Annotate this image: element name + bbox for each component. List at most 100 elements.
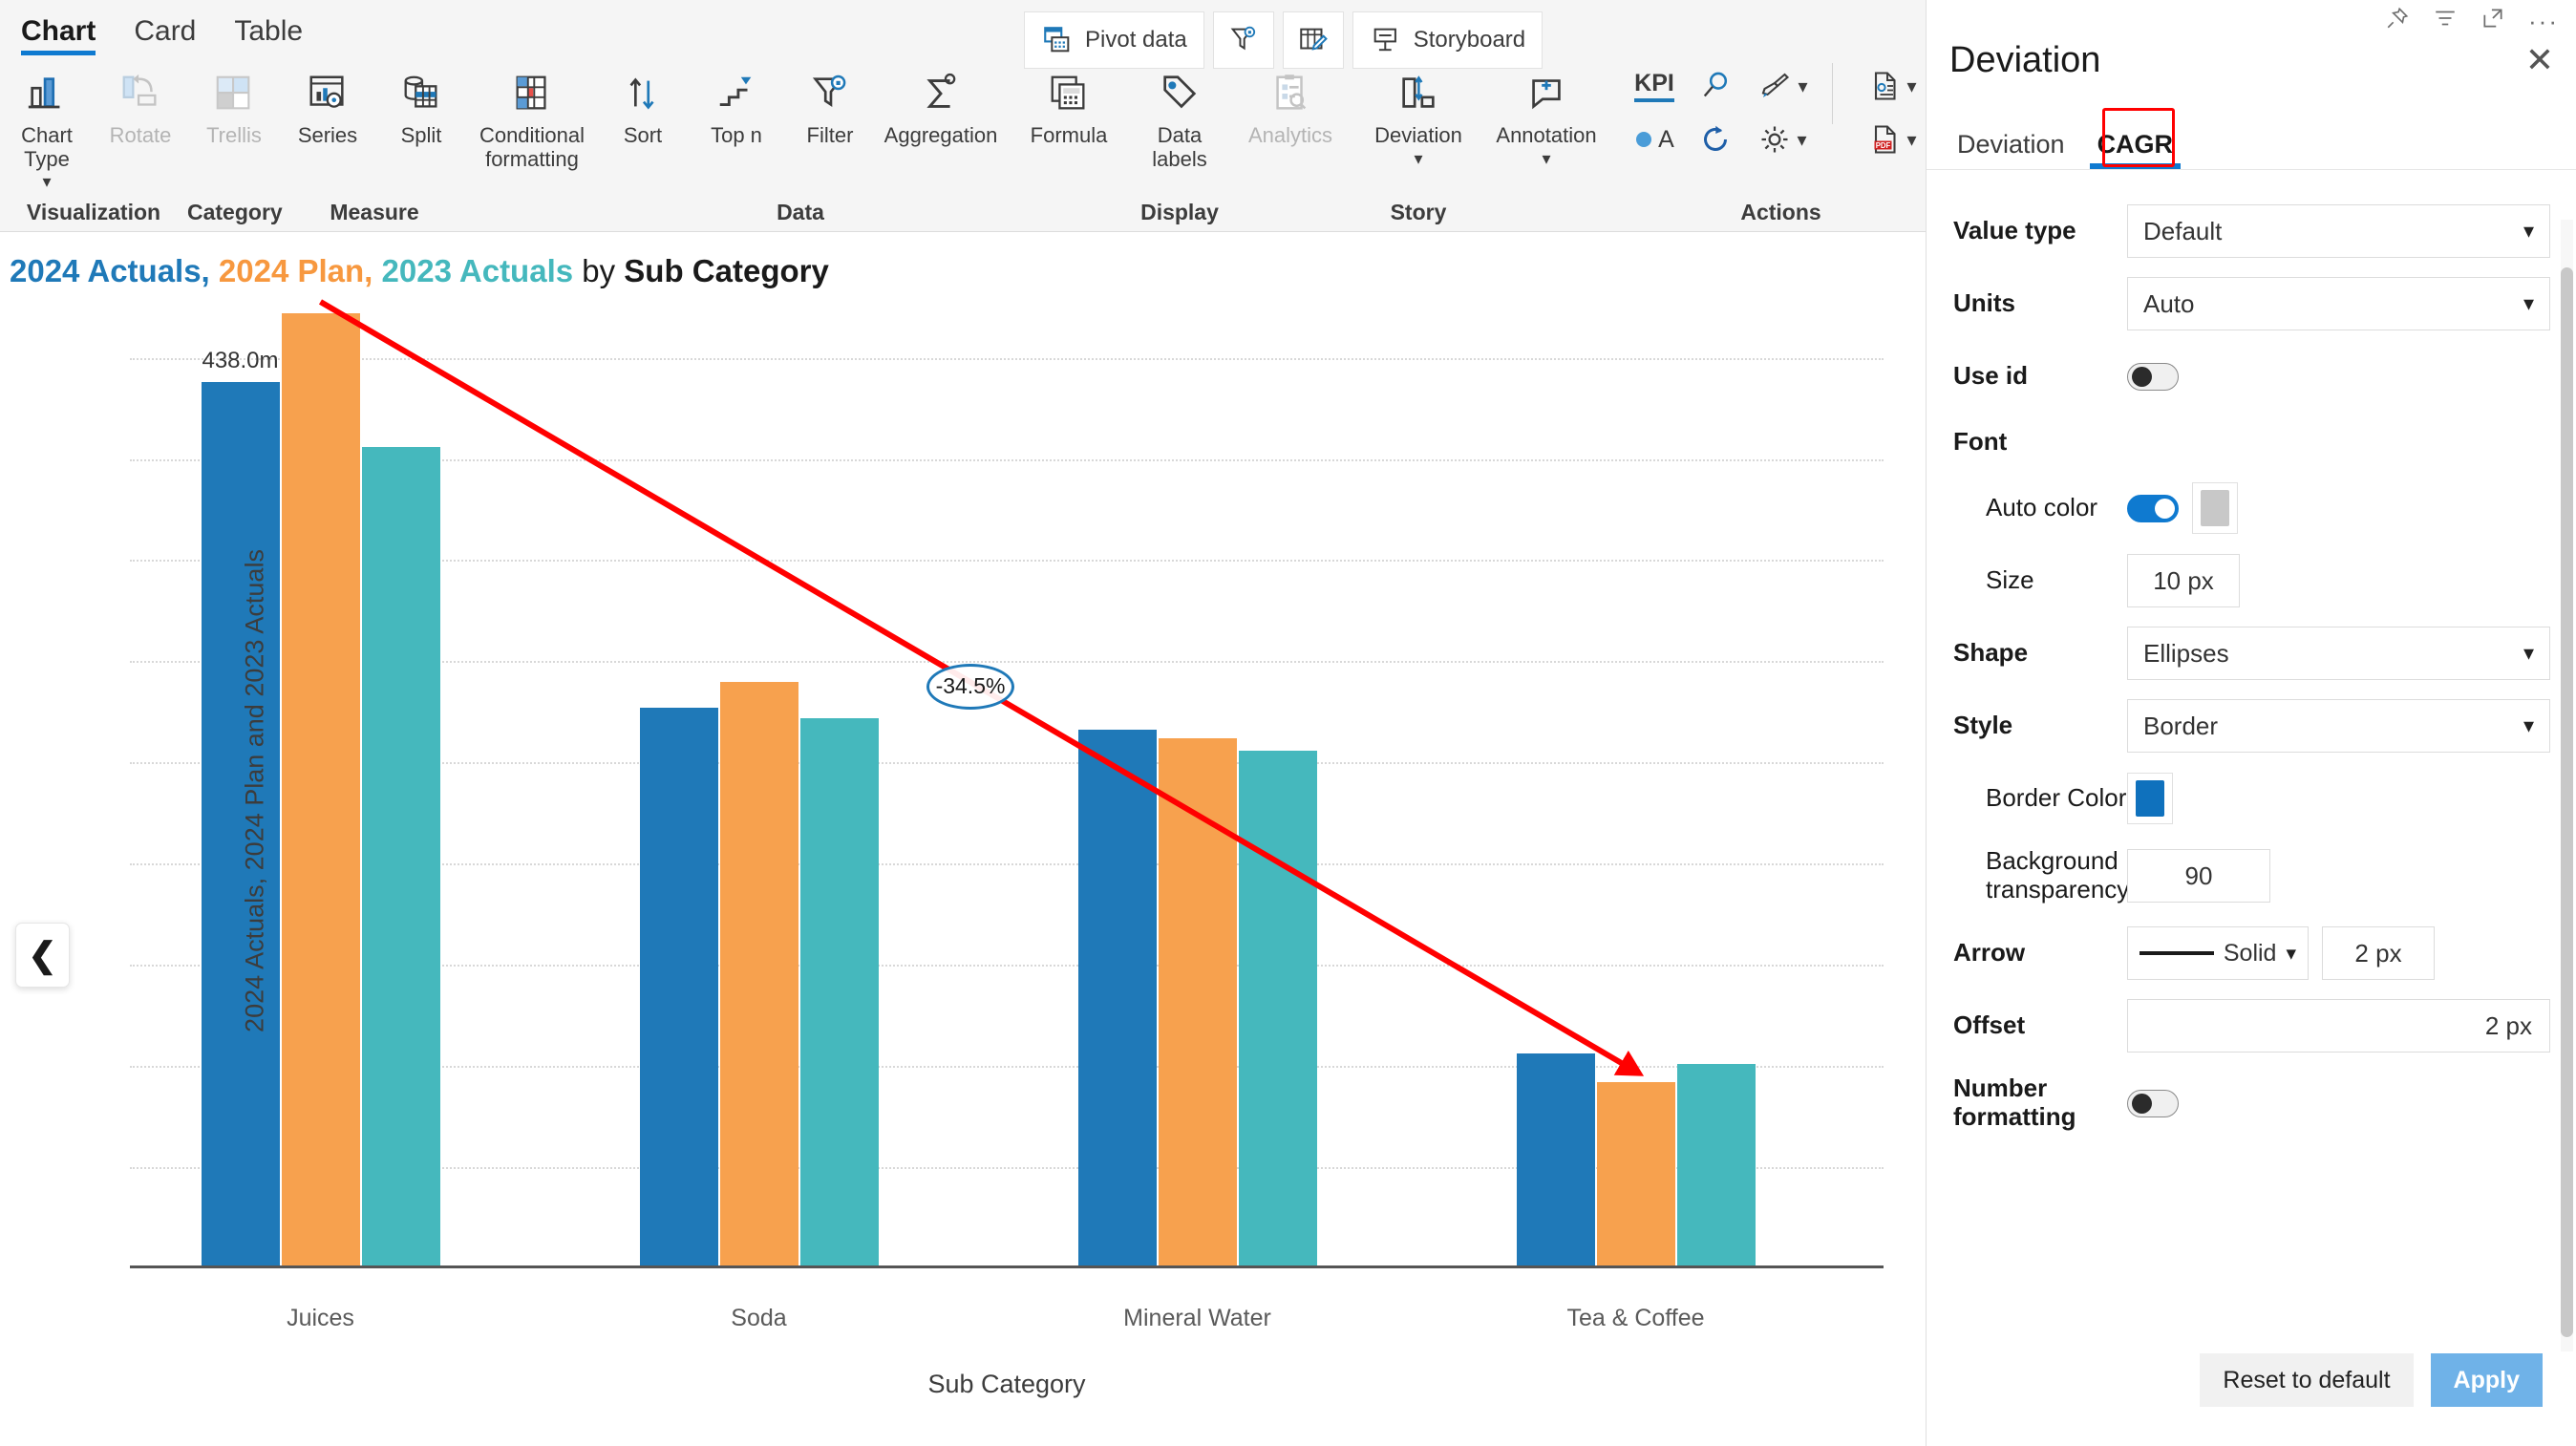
chevron-down-icon[interactable]: ▾ [1797, 128, 1806, 152]
previous-page-button[interactable]: ❮ [15, 923, 70, 988]
chevron-down-icon[interactable]: ▾ [42, 173, 51, 190]
trellis-label: Trellis [206, 123, 262, 147]
filter-label: Filter [806, 123, 854, 147]
cagr-value: -34.5% [935, 673, 1006, 699]
field-shape: Shape Ellipses ▾ [1953, 617, 2550, 690]
close-icon[interactable]: ✕ [2525, 43, 2554, 77]
pivot-data-button[interactable]: Pivot data [1024, 11, 1204, 69]
chevron-down-icon[interactable]: ▾ [1414, 150, 1422, 167]
top-filter-button[interactable] [1212, 11, 1274, 69]
data-labels-button[interactable]: Data labels [1133, 59, 1226, 171]
rotate-button[interactable]: Rotate [94, 59, 187, 148]
ribbon-tab-card[interactable]: Card [134, 15, 196, 53]
chevron-down-icon[interactable]: ▾ [1542, 150, 1550, 167]
auto-color-toggle[interactable] [2127, 494, 2179, 522]
aggregation-button[interactable]: Aggregation [877, 59, 1005, 148]
sort-icon [621, 67, 665, 120]
shape-select[interactable]: Ellipses ▾ [2127, 627, 2550, 680]
reset-to-default-button[interactable]: Reset to default [2200, 1353, 2414, 1407]
font-color-swatch [2201, 490, 2229, 526]
panel-scrollbar[interactable] [2561, 220, 2573, 1351]
chart-title-measure-3: 2023 Actuals [381, 253, 574, 288]
refresh-button[interactable] [1698, 122, 1733, 157]
value-type-label: Value type [1953, 216, 2076, 245]
chevron-down-icon[interactable]: ▾ [1906, 128, 1916, 152]
formula-button[interactable]: Formula [1005, 59, 1133, 148]
bar-mineral-water-series-3[interactable] [1238, 750, 1317, 1268]
units-select[interactable]: Auto ▾ [2127, 277, 2550, 330]
apply-button[interactable]: Apply [2430, 1353, 2543, 1407]
trellis-button[interactable]: Trellis [187, 59, 281, 148]
bar-mineral-water-series-2[interactable] [1158, 737, 1237, 1268]
value-type-select[interactable]: Default ▾ [2127, 204, 2550, 258]
field-value-type: Value type Default ▾ [1953, 195, 2550, 267]
panel-body: Value type Default ▾ Units Auto ▾ Use id… [1927, 172, 2576, 1347]
bar-juices-series-3[interactable] [361, 446, 440, 1268]
arrow-style-select[interactable]: Solid ▾ [2127, 926, 2309, 980]
auto-color-label: Auto color [1986, 493, 2098, 522]
units-label: Units [1953, 288, 2015, 318]
analytics-button[interactable]: Analytics [1226, 59, 1354, 148]
bar-tea-coffee-series-3[interactable] [1676, 1064, 1756, 1268]
tab-deviation[interactable]: Deviation [1946, 130, 2076, 169]
use-id-label: Use id [1953, 361, 2029, 391]
bar-juices-series-2[interactable] [281, 313, 360, 1268]
storyboard-button[interactable]: Storyboard [1352, 11, 1543, 69]
number-formatting-toggle[interactable] [2127, 1089, 2179, 1117]
ribbon-group-data: Conditional formatting Sort Top n Filter… [468, 53, 1133, 231]
rotate-icon [118, 67, 162, 120]
settings-button[interactable]: ▾ [1757, 122, 1807, 157]
bar-mineral-water-series-1[interactable] [1077, 730, 1157, 1268]
background-transparency-input[interactable]: 90 [2127, 849, 2270, 903]
chart-canvas: 2024 Actuals, 2024 Plan, 2023 Actuals by… [0, 232, 1926, 1446]
export-pdf-button[interactable]: PDF ▾ [1867, 121, 1917, 158]
cagr-label-bubble[interactable]: -34.5% [926, 663, 1014, 710]
tab-cagr[interactable]: CAGR [2086, 130, 2185, 169]
sort-button[interactable]: Sort [596, 59, 690, 148]
ribbon-tab-chart[interactable]: Chart [21, 15, 96, 55]
use-id-toggle[interactable] [2127, 362, 2179, 391]
ribbon-tab-table[interactable]: Table [234, 15, 303, 53]
conditional-formatting-button[interactable]: Conditional formatting [468, 59, 596, 171]
auto-color-button[interactable]: A [1634, 126, 1674, 154]
style-select[interactable]: Border ▾ [2127, 699, 2550, 753]
border-color-swatch-button[interactable] [2127, 773, 2173, 824]
ribbon-group-label-story: Story [1390, 200, 1447, 224]
bar-soda-series-3[interactable] [799, 717, 879, 1268]
offset-input[interactable]: 2 px [2127, 999, 2550, 1053]
arrow-width-input[interactable]: 2 px [2322, 926, 2435, 980]
bar-tea-coffee-series-1[interactable] [1516, 1053, 1595, 1268]
edit-table-button[interactable] [1282, 11, 1344, 69]
panel-footer: Reset to default Apply [1927, 1349, 2576, 1412]
export-settings-button[interactable]: ▾ [1867, 68, 1917, 104]
ribbon-tabstrip: Chart Card Table [0, 0, 1926, 55]
field-arrow: Arrow Solid ▾ 2 px [1953, 917, 2550, 989]
x-axis-tick-label: Soda [731, 1305, 787, 1331]
filter-icon [808, 67, 852, 120]
filter-button[interactable]: Filter [783, 59, 877, 148]
chart-title-measure-2: 2024 Plan, [218, 253, 373, 288]
series-button[interactable]: Series [281, 59, 374, 148]
chevron-down-icon[interactable]: ▾ [1798, 74, 1807, 98]
border-color-swatch [2136, 780, 2164, 817]
kpi-button[interactable]: KPI [1634, 70, 1674, 102]
trellis-grid-icon [212, 67, 256, 120]
bar-soda-series-1[interactable] [639, 708, 718, 1268]
chevron-down-icon[interactable]: ▾ [1906, 74, 1916, 98]
annotation-button[interactable]: Annotation ▾ [1482, 59, 1610, 167]
panel-scrollbar-thumb[interactable] [2561, 267, 2573, 1337]
chart-type-button[interactable]: Chart Type ▾ [0, 59, 94, 190]
format-painter-button[interactable]: ▾ [1756, 69, 1808, 103]
deviation-button[interactable]: Deviation ▾ [1354, 59, 1482, 167]
bar-tea-coffee-series-2[interactable] [1596, 1082, 1675, 1268]
x-axis-line [130, 1265, 1884, 1268]
font-color-swatch-button[interactable] [2192, 482, 2238, 534]
conditional-formatting-icon [510, 67, 554, 120]
bar-soda-series-2[interactable] [719, 681, 798, 1268]
size-input[interactable]: 10 px [2127, 554, 2240, 607]
shape-value: Ellipses [2143, 638, 2229, 668]
document-settings-icon [1875, 72, 1897, 100]
split-button[interactable]: Split [374, 59, 468, 148]
search-button[interactable] [1698, 69, 1733, 103]
top-n-button[interactable]: Top n [690, 59, 783, 148]
